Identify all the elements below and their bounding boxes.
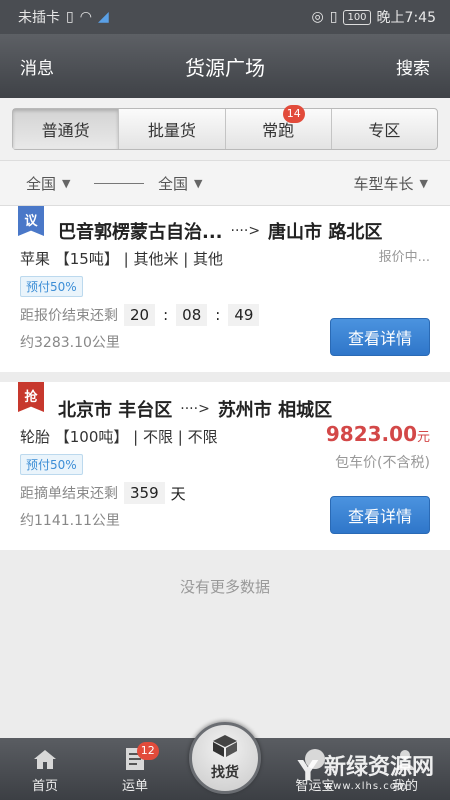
route-origin: 巴音郭楞蒙古自治... [58, 222, 223, 243]
cargo-route: 巴音郭楞蒙古自治... ····> 唐山市 路北区 [58, 218, 382, 244]
frequent-routes-badge: 14 [282, 105, 305, 123]
price-status: 报价中... [378, 250, 430, 265]
grab-tag-icon: 抢 [18, 382, 44, 412]
origin-filter-label: 全国 [26, 174, 57, 193]
goods-info: 苹果 【15吨】 | 其他米 | 其他 [20, 250, 224, 268]
find-goods-button[interactable]: 找货 [189, 722, 261, 794]
tab-label: 专区 [368, 121, 401, 140]
price-note: 包车价(不含税) [335, 455, 430, 471]
watermark-logo: Y 新绿资源网 www.xlhs.com [298, 749, 434, 792]
cargo-card[interactable]: 议 巴音郭楞蒙古自治... ····> 唐山市 路北区 苹果 【15吨】 | 其… [0, 206, 450, 372]
tab-special-zone[interactable]: 专区 [332, 109, 437, 149]
battery-icon: 100 [343, 9, 371, 25]
segment-control: 普通货 批量货 常跑 14 专区 [12, 105, 438, 150]
watermark-mark-icon: Y [297, 754, 318, 787]
orders-badge: 12 [136, 742, 159, 760]
bottom-tab-bar: 首页 运单 12 智运宝 我的 找货 Y 新绿资源网 www.xlhs.com [0, 722, 450, 800]
box-icon [212, 734, 238, 762]
tab-regular-goods[interactable]: 普通货 [13, 109, 120, 149]
view-details-button[interactable]: 查看详情 [330, 318, 430, 356]
chevron-down-icon: ▼ [419, 176, 428, 190]
countdown-separator: : [215, 306, 221, 324]
messages-button[interactable]: 消息 [20, 54, 54, 79]
destination-filter-label: 全国 [158, 174, 189, 193]
price-unit: 元 [416, 430, 430, 445]
segment-bar: 普通货 批量货 常跑 14 专区 [0, 98, 450, 160]
route-divider [94, 183, 144, 184]
tab-label: 首页 [31, 779, 58, 794]
vibrate-icon: ▯ [329, 9, 338, 25]
route-destination: 唐山市 路北区 [268, 222, 383, 243]
tab-label: 运单 [121, 779, 148, 794]
countdown-unit: 天 [170, 484, 186, 503]
destination-filter[interactable]: 全国 ▼ [158, 173, 202, 194]
search-button[interactable]: 搜索 [396, 54, 430, 79]
cargo-route: 北京市 丰台区 ····> 苏州市 相城区 [58, 396, 332, 422]
wifi-icon: ◠ [79, 9, 92, 25]
route-arrow-icon: ····> [230, 223, 261, 239]
home-icon [32, 747, 58, 771]
filter-bar: 全国 ▼ 全国 ▼ 车型车长 ▼ [0, 160, 450, 206]
countdown-hours: 20 [124, 304, 156, 326]
location-icon: ◎ [311, 9, 324, 25]
nav-bar: 消息 货源广场 搜索 [0, 34, 450, 98]
distance: 约1141.11公里 [20, 513, 120, 529]
tab-bulk-goods[interactable]: 批量货 [119, 109, 226, 149]
countdown-separator: : [163, 306, 169, 324]
route-destination: 苏州市 相城区 [217, 400, 333, 421]
route-arrow-icon: ····> [180, 401, 210, 417]
tab-label: 批量货 [147, 121, 196, 140]
route-origin: 北京市 丰台区 [58, 400, 173, 421]
tab-home[interactable]: 首页 [0, 738, 90, 800]
countdown-days: 359 [124, 482, 165, 504]
price-value: 9823.00 [325, 422, 417, 446]
countdown: 距摘单结束还剩 359 天 [20, 482, 186, 504]
carrier-text: 未插卡 [18, 10, 60, 26]
page-title: 货源广场 [185, 55, 265, 80]
prepay-badge: 预付50% [20, 454, 83, 475]
countdown: 距报价结束还剩 20 : 08 : 49 [20, 304, 260, 326]
status-bar: 未插卡 ▯ ◠ ◢ ◎ ▯ 100 晚上7:45 [0, 0, 450, 34]
chevron-down-icon: ▼ [194, 176, 203, 190]
view-details-button[interactable]: 查看详情 [330, 496, 430, 534]
negotiable-tag-icon: 议 [18, 206, 44, 236]
chevron-down-icon: ▼ [62, 176, 71, 190]
watermark-title: 新绿资源网 [323, 755, 434, 780]
tab-frequent-routes[interactable]: 常跑 14 [226, 105, 332, 149]
cargo-card[interactable]: 抢 北京市 丰台区 ····> 苏州市 相城区 轮胎 【100吨】 | 不限 |… [0, 382, 450, 550]
vehicle-filter[interactable]: 车型车长 ▼ [354, 173, 428, 194]
distance: 约3283.10公里 [20, 335, 120, 351]
no-more-data: 没有更多数据 [179, 578, 270, 596]
countdown-seconds: 49 [228, 304, 260, 326]
countdown-minutes: 08 [176, 304, 208, 326]
status-time: 晚上7:45 [376, 10, 436, 26]
price: 9823.00元 [326, 422, 430, 446]
signal-icon: ◢ [97, 9, 109, 25]
origin-filter[interactable]: 全国 ▼ [26, 173, 70, 194]
vehicle-filter-label: 车型车长 [353, 174, 414, 193]
watermark-url: www.xlhs.com [323, 781, 408, 792]
sim-icon: ▯ [66, 9, 74, 25]
tab-orders[interactable]: 运单 12 [90, 738, 180, 800]
find-goods-label: 找货 [211, 765, 239, 781]
prepay-badge: 预付50% [20, 276, 83, 297]
tab-label: 普通货 [41, 121, 90, 140]
countdown-label: 距报价结束还剩 [20, 308, 118, 324]
countdown-label: 距摘单结束还剩 [20, 486, 118, 502]
goods-info: 轮胎 【100吨】 | 不限 | 不限 [20, 428, 218, 446]
